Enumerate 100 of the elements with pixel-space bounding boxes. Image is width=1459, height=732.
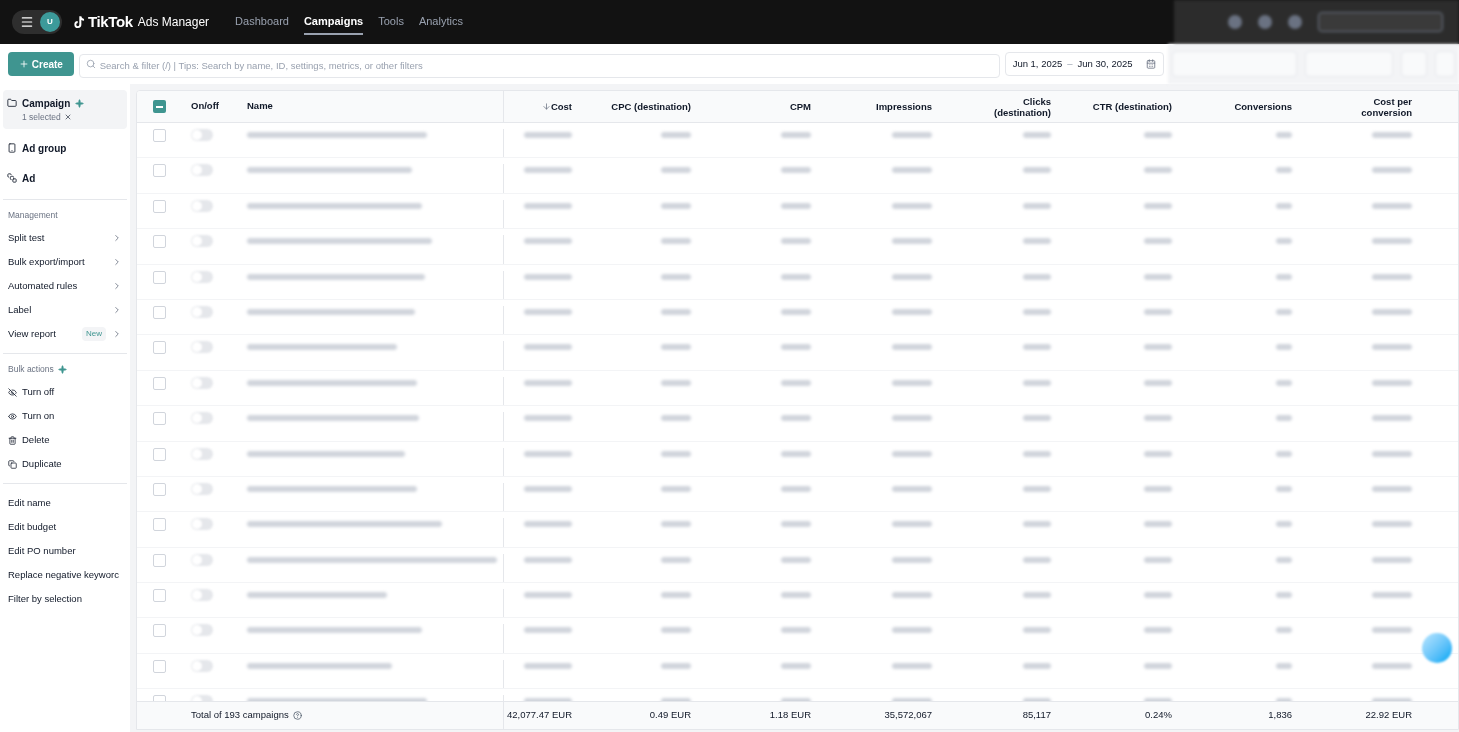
toggle-switch[interactable] — [191, 518, 213, 531]
column-header[interactable]: Impressions — [876, 101, 932, 112]
level-tab[interactable]: Ad — [3, 163, 127, 193]
row-checkbox[interactable] — [152, 341, 166, 355]
action-item[interactable]: Filter by selection — [3, 587, 127, 611]
blurred-text — [1144, 202, 1172, 209]
help-icon[interactable] — [292, 711, 302, 720]
row-checkbox[interactable] — [152, 518, 166, 532]
nav-tab[interactable]: Tools — [378, 8, 404, 36]
row-checkbox[interactable] — [152, 412, 166, 426]
sort-arrow-icon — [541, 102, 551, 111]
toggle-switch[interactable] — [191, 270, 213, 283]
blurred-text — [1144, 379, 1172, 386]
toggle-switch[interactable] — [191, 447, 213, 460]
total-value: 0.24% — [1145, 708, 1172, 723]
toggle-switch[interactable] — [191, 341, 213, 354]
menu-item[interactable]: Bulk export/import — [3, 250, 127, 274]
blurred-text — [1023, 627, 1051, 634]
toggle-switch[interactable] — [191, 589, 213, 602]
row-checkbox[interactable] — [152, 624, 166, 638]
search-field[interactable]: Search & filter (/) | Tips: Search by name, ID, settings, metrics, or other filters — [78, 53, 1000, 78]
row-checkbox[interactable] — [152, 376, 166, 390]
toggle-switch[interactable] — [191, 659, 213, 672]
action-item[interactable]: Turn off — [3, 380, 127, 404]
action-item[interactable]: Edit PO number — [3, 539, 127, 563]
toggle-switch[interactable] — [191, 129, 213, 141]
column-header[interactable]: Name — [247, 99, 273, 114]
toggle-switch[interactable] — [191, 199, 213, 212]
action-item[interactable]: Replace negative keyworc — [3, 563, 127, 587]
menu-item[interactable]: Label — [3, 298, 127, 322]
blurred-text — [661, 415, 691, 422]
toggle-switch[interactable] — [191, 412, 213, 425]
blurred-text — [1023, 592, 1051, 599]
blurred-text — [1023, 202, 1051, 209]
header-checkbox[interactable] — [152, 100, 166, 113]
blurred-text — [892, 202, 932, 209]
level-tab[interactable]: Campaign 1 selected — [3, 90, 127, 129]
row-checkbox[interactable] — [152, 270, 166, 284]
eye-icon — [8, 411, 17, 421]
blurred-text — [1372, 379, 1412, 386]
column-header[interactable]: Cost — [541, 101, 572, 112]
row-checkbox[interactable] — [152, 305, 166, 319]
toggle-switch[interactable] — [191, 482, 213, 495]
row-checkbox[interactable] — [152, 199, 166, 213]
action-item[interactable]: Delete — [3, 428, 127, 452]
menu-item[interactable]: Split test — [3, 226, 127, 250]
blurred-text — [1144, 627, 1172, 634]
blurred-text — [1276, 344, 1292, 351]
level-tab[interactable]: Ad group — [3, 133, 127, 163]
close-icon[interactable] — [63, 113, 72, 121]
row-checkbox[interactable] — [152, 164, 166, 178]
blurred-text — [892, 521, 932, 528]
column-header[interactable]: Cost per conversion — [1332, 95, 1412, 118]
row-checkbox[interactable] — [152, 129, 166, 142]
column-header[interactable]: Clicks (destination) — [971, 95, 1051, 118]
blurred-text — [1144, 167, 1172, 174]
menu-item[interactable]: Automated rules — [3, 274, 127, 298]
row-checkbox[interactable] — [152, 447, 166, 461]
blurred-text — [1276, 627, 1292, 634]
nav-tab[interactable]: Dashboard — [235, 8, 289, 36]
blurred-text — [1023, 167, 1051, 174]
create-button[interactable]: Create — [8, 52, 74, 76]
blurred-text — [1144, 450, 1172, 457]
row-checkbox[interactable] — [152, 659, 166, 673]
blurred-text — [1372, 485, 1412, 492]
toggle-switch[interactable] — [191, 235, 213, 248]
column-header[interactable]: CPC (destination) — [611, 101, 691, 112]
blurred-text — [892, 592, 932, 599]
nav-tab[interactable]: Analytics — [418, 8, 463, 36]
date-range-picker[interactable]: Jun 1, 2025 – Jun 30, 2025 — [1004, 52, 1164, 76]
toggle-switch[interactable] — [191, 376, 213, 389]
column-header[interactable]: CPM — [789, 101, 811, 112]
toggle-switch[interactable] — [191, 624, 213, 637]
nav-tab[interactable]: Campaigns — [303, 8, 364, 36]
blurred-text — [892, 308, 932, 315]
action-item[interactable]: Edit budget — [3, 515, 127, 539]
chevron-icon — [112, 305, 122, 315]
row-checkbox[interactable] — [152, 235, 166, 249]
blurred-text — [1144, 238, 1172, 245]
total-value: 22.92 EUR — [1365, 708, 1412, 723]
column-header[interactable]: On/off — [191, 100, 219, 112]
action-item[interactable]: Duplicate — [3, 452, 127, 476]
menu-item[interactable]: View report New — [3, 322, 127, 346]
blurred-text — [1023, 238, 1051, 245]
note-logo-icon — [72, 15, 85, 29]
blurred-text — [781, 450, 811, 457]
blurred-text — [524, 415, 572, 422]
toggle-switch[interactable] — [191, 305, 213, 318]
blurred-text — [892, 167, 932, 174]
toggle-switch[interactable] — [191, 553, 213, 566]
row-checkbox[interactable] — [152, 553, 166, 567]
toggle-switch[interactable] — [191, 164, 213, 177]
action-item[interactable]: Turn on — [3, 404, 127, 428]
row-checkbox[interactable] — [152, 589, 166, 603]
action-item[interactable]: Edit name — [3, 491, 127, 515]
blurred-text — [781, 485, 811, 492]
column-header[interactable]: Conversions — [1234, 101, 1292, 112]
row-checkbox[interactable] — [152, 482, 166, 496]
blurred-text — [892, 273, 932, 280]
column-header[interactable]: CTR (destination) — [1092, 101, 1172, 112]
